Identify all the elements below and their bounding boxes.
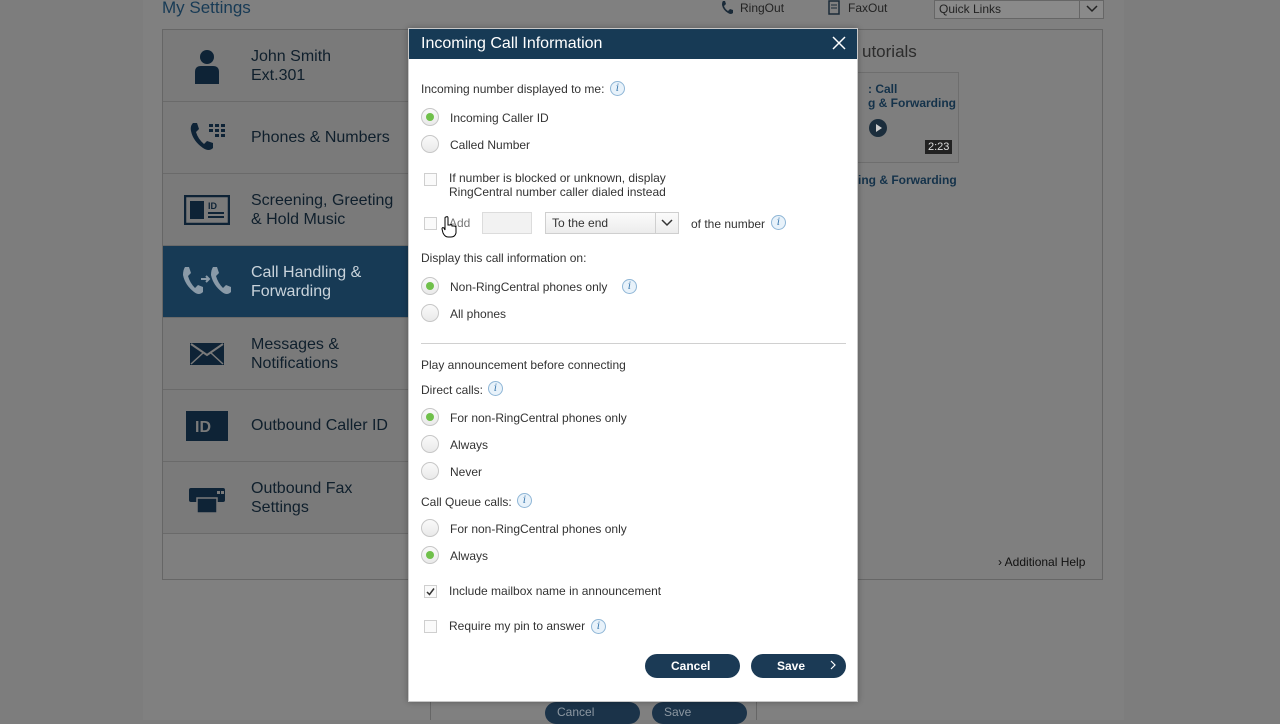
info-icon[interactable]: i (591, 619, 606, 634)
radio-queue-always[interactable] (421, 546, 439, 564)
svg-text:ID: ID (195, 419, 211, 436)
tutorials-title: utorials (862, 42, 917, 61)
close-icon[interactable] (831, 35, 847, 51)
blocked-number-label: If number is blocked or unknown, display… (449, 171, 666, 199)
add-digits-input[interactable] (482, 212, 532, 234)
queue-non-rc-label: For non-RingCentral phones only (450, 522, 627, 536)
radio-incoming-caller-id[interactable] (421, 108, 439, 126)
sidebar-item-label: Screening, Greeting & Hold Music (251, 191, 394, 228)
display-on-label: Display this call information on: (421, 251, 587, 265)
radio-non-rc-phones[interactable] (421, 277, 439, 295)
phone-icon (722, 1, 733, 14)
phone-keypad-icon (163, 121, 251, 155)
sidebar-item-label: John Smith Ext.301 (251, 47, 332, 84)
chevron-right-icon (830, 660, 836, 670)
dialog-title: Incoming Call Information (421, 35, 603, 52)
ringout-link[interactable]: RingOut (720, 0, 784, 16)
cancel-button[interactable]: Cancel (645, 654, 740, 678)
id-badge-icon: ID (163, 410, 251, 441)
ringout-label: RingOut (740, 1, 785, 15)
quick-links-label: Quick Links (939, 2, 1002, 16)
call-forward-icon (163, 265, 251, 299)
incoming-number-label: Incoming number displayed to me: (421, 82, 605, 96)
quick-links-select[interactable]: Quick Links (934, 0, 1104, 19)
hand-cursor-icon (441, 216, 457, 238)
sidebar-item-phones-numbers[interactable]: Phones & Numbers (163, 102, 409, 174)
require-pin-label: Require my pin to answer (449, 619, 586, 633)
info-icon[interactable]: i (622, 279, 637, 294)
sidebar-item-label: Phones & Numbers (251, 129, 390, 146)
tutorial-thumbnail-text: : Call g & Forwarding (868, 82, 956, 110)
page-save-button[interactable]: Save (652, 702, 747, 724)
page-title: My Settings (162, 0, 251, 17)
radio-direct-non-rc[interactable] (421, 408, 439, 426)
require-pin-checkbox[interactable] (424, 620, 437, 633)
chevron-down-icon (1079, 1, 1103, 18)
radio-direct-always[interactable] (421, 435, 439, 453)
called-number-label: Called Number (450, 138, 531, 152)
radio-called-number[interactable] (421, 135, 439, 153)
section-divider (421, 343, 846, 344)
sidebar-item-outbound-caller-id[interactable]: ID Outbound Caller ID (163, 390, 409, 462)
user-icon (163, 48, 251, 84)
sidebar-item-label: Messages & Notifications (251, 335, 340, 372)
include-mailbox-label: Include mailbox name in announcement (449, 584, 662, 598)
play-icon[interactable] (869, 119, 887, 137)
faxout-label: FaxOut (848, 1, 888, 15)
of-number-label: of the number (691, 217, 766, 231)
info-icon[interactable]: i (488, 381, 503, 396)
queue-calls-label: Call Queue calls: (421, 495, 512, 509)
sidebar-item-user[interactable]: John Smith Ext.301 (163, 30, 409, 102)
sidebar-item-screening[interactable]: ID Screening, Greeting & Hold Music (163, 174, 409, 246)
incoming-call-info-dialog: Incoming Call Information Incoming numbe… (408, 28, 858, 702)
faxout-link[interactable]: FaxOut (828, 0, 887, 16)
blocked-number-checkbox[interactable] (424, 173, 437, 186)
info-icon[interactable]: i (610, 81, 625, 96)
info-icon[interactable]: i (517, 493, 532, 508)
incoming-caller-id-label: Incoming Caller ID (450, 111, 549, 125)
sidebar-item-call-handling[interactable]: Call Handling & Forwarding (163, 246, 409, 318)
page-footer-buttons: Cancel Save (545, 702, 747, 724)
all-phones-label: All phones (450, 307, 507, 321)
chevron-down-icon (655, 213, 678, 233)
radio-direct-never[interactable] (421, 462, 439, 480)
include-mailbox-checkbox[interactable] (424, 585, 437, 598)
direct-never-label: Never (450, 465, 483, 479)
queue-always-label: Always (450, 549, 489, 563)
envelope-icon (163, 342, 251, 365)
sidebar-item-label: Outbound Fax Settings (251, 479, 353, 516)
direct-non-rc-label: For non-RingCentral phones only (450, 411, 627, 425)
save-label: Save (777, 659, 806, 673)
save-button[interactable]: Save (751, 654, 846, 678)
direct-always-label: Always (450, 438, 489, 452)
sidebar-item-label: Outbound Caller ID (251, 417, 388, 434)
sidebar-item-outbound-fax[interactable]: Outbound Fax Settings (163, 462, 409, 534)
sidebar-item-messages[interactable]: Messages & Notifications (163, 318, 409, 390)
non-rc-phones-label: Non-RingCentral phones only (450, 280, 608, 294)
add-digits-checkbox[interactable] (424, 217, 437, 230)
tutorial-caption-link[interactable]: ing & Forwarding (858, 173, 957, 187)
chevron-right-icon: › (998, 555, 1002, 569)
additional-help-link[interactable]: › Additional Help (998, 555, 1085, 569)
info-icon[interactable]: i (771, 215, 786, 230)
fax-document-icon (828, 0, 840, 15)
dialog-header: Incoming Call Information (409, 29, 857, 59)
svg-text:ID: ID (208, 201, 218, 211)
fax-icon (163, 482, 251, 514)
announcement-label: Play announcement before connecting (421, 358, 626, 372)
digits-position-value: To the end (552, 216, 609, 230)
digits-position-select[interactable]: To the end (545, 212, 679, 234)
id-card-icon: ID (163, 194, 251, 225)
video-duration: 2:23 (925, 140, 953, 154)
checkmark-icon (426, 588, 435, 596)
direct-calls-label: Direct calls: (421, 383, 484, 397)
sidebar-item-label: Call Handling & Forwarding (251, 263, 362, 300)
radio-queue-non-rc[interactable] (421, 519, 439, 537)
page-cancel-button[interactable]: Cancel (545, 702, 640, 724)
radio-all-phones[interactable] (421, 304, 439, 322)
settings-sidebar: John Smith Ext.301 Phones & Numbers ID Sc… (163, 30, 409, 534)
